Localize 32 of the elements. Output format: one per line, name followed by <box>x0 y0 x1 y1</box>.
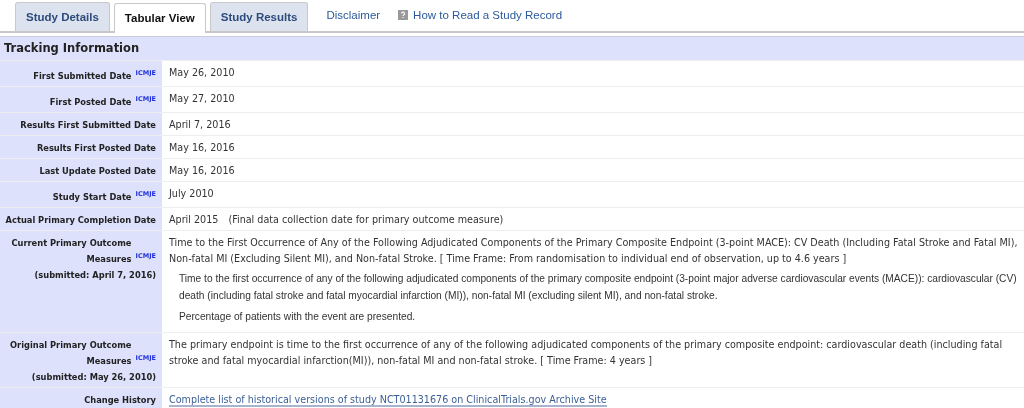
help-link[interactable]: How to Read a Study Record <box>413 8 563 21</box>
archive-link[interactable]: Complete list of historical versions of study NCT01131676 on ClinicalTrials.gov Archive Site <box>169 394 607 408</box>
field-value: May 26, 2010 <box>169 67 235 79</box>
field-label: First Posted Date <box>49 97 132 108</box>
tab[interactable]: Tabular View <box>113 2 206 33</box>
field-value: April 2015 <box>169 214 219 226</box>
outcome-measure: Time to the First Occurrence of Any of the Following Adjudicated Components of the Primary Composite Endpoint (3-point MACE): CV Death (Including Fatal Stroke and Fatal MI), Non-fatal MI (Excluding Silent MI), and Non-fatal Stroke. [ Time Frame: From randomisation to individual end of observation, up to 4.6 years ] <box>169 236 1018 267</box>
field-value: May 16, 2016 <box>169 142 235 154</box>
outcome-measure: The primary endpoint is time to the first occurrence of any of the following adjudicated components of the primary composite endpoint: cardiovascular death (including fatal stroke and fatal myocardial infarction(MI)), non-fatal MI and non-fatal stroke. [ Time Frame: 4 years ] <box>169 338 1004 369</box>
submitted-date: (submitted: May 26, 2010) <box>31 372 156 383</box>
disclaimer-link[interactable]: Disclaimer <box>326 6 381 25</box>
submitted-date: (submitted: April 7, 2016) <box>34 270 156 281</box>
field-value: May 27, 2010 <box>169 93 235 105</box>
tab[interactable]: Study Details <box>15 1 110 31</box>
outcome-description: Time to the first occurrence of any of the following adjudicated components of the primary composite endpoint (3-point major adverse cardiovascular events (MACE)): cardiovascular (CV) death (including fatal stroke and fatal myocardial infarction (MI)), non-fatal MI (excluding silent MI), and non-fatal stroke. <box>179 272 1018 303</box>
field-label: Last Update Posted Date <box>39 166 156 177</box>
outcome-description: Percentage of patients with the event are presented. <box>179 309 417 324</box>
field-label: First Submitted Date <box>33 71 132 82</box>
field-note: (Final data collection date for primary outcome measure) <box>228 214 504 226</box>
help-icon[interactable] <box>398 9 409 20</box>
field-label: Current Primary Outcome Measures <box>10 237 132 267</box>
field-label: Results First Posted Date <box>36 143 156 154</box>
section-header: Tracking Information <box>0 36 1024 61</box>
field-label: Results First Submitted Date <box>20 120 156 131</box>
field-label: Study Start Date <box>52 192 132 203</box>
field-value: April 7, 2016 <box>169 119 231 131</box>
field-value: July 2010 <box>169 188 214 200</box>
field-label: Actual Primary Completion Date <box>5 215 156 226</box>
tab[interactable]: Study Results <box>209 1 309 31</box>
field-label: Change History <box>84 395 156 406</box>
field-value: May 16, 2016 <box>169 165 235 177</box>
field-label: Original Primary Outcome Measures <box>9 339 132 369</box>
